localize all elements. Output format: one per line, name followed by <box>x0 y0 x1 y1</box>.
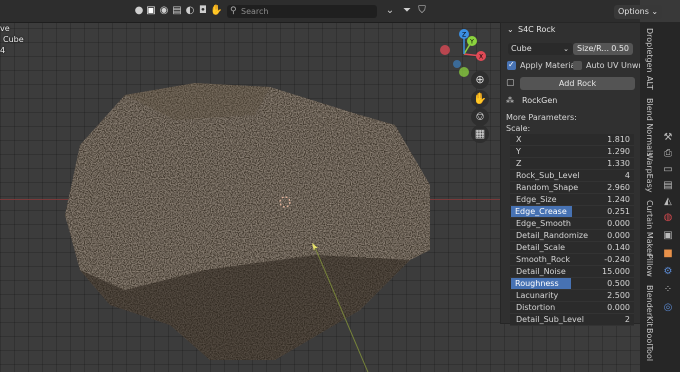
globe-icon[interactable]: ◉ <box>158 5 170 17</box>
param-x[interactable]: X 1.810 <box>510 134 634 146</box>
gizmo-x-label: X <box>479 54 483 61</box>
param-detail-sub-level[interactable]: Detail_Sub_Level 2 <box>510 314 634 326</box>
options-label: Options <box>618 7 649 16</box>
param-distortion[interactable]: Distortion 0.000 <box>510 302 634 314</box>
hand-icon[interactable]: ✋ <box>210 5 222 17</box>
chevron-down-icon: ⌄ <box>563 45 569 53</box>
chevron-down-icon[interactable]: ⌄ <box>507 23 514 37</box>
particles-icon[interactable]: ⁘ <box>661 283 675 297</box>
scene-icon[interactable]: ◭ <box>661 195 675 209</box>
size-label: Size/R... <box>577 44 610 53</box>
view-layer-icon[interactable]: ▤ <box>661 179 675 193</box>
viewport-header: ● ▣ ◉ ▤ ◐ ◘ ✋ ⚲ Search ⌄ ⏷ ⛉ Options ⌄ <box>0 0 662 23</box>
render-icon[interactable]: ⎙ <box>661 147 675 161</box>
rockgen-icon: ⁂ <box>506 96 514 105</box>
tab-dropletgen[interactable]: Dropletgen <box>644 28 654 73</box>
param-random-shape[interactable]: Random_Shape 2.960 <box>510 182 634 194</box>
mouse-pointer <box>312 243 318 251</box>
filter-icon[interactable]: ⏷ <box>401 5 413 17</box>
neg-y-icon[interactable] <box>459 67 469 77</box>
tab-blenderkit[interactable]: BlenderKit <box>644 285 654 327</box>
size-value: 0.50 <box>611 44 629 53</box>
panel-title: S4C Rock <box>518 25 556 34</box>
viewport-info-object: Cube <box>3 35 24 44</box>
rockgen-label: RockGen <box>522 96 558 105</box>
search-icon: ⚲ <box>230 6 237 16</box>
grid-icon[interactable]: ▦ <box>471 125 489 143</box>
tab-blend-normals[interactable]: Blend Normals <box>644 98 654 156</box>
camera-icon[interactable]: ◘ <box>197 5 209 17</box>
shield-check-icon[interactable]: ⛉ <box>416 5 428 17</box>
gizmo-z-label: Z <box>462 32 466 39</box>
param-rock-sub-level[interactable]: Rock_Sub_Level 4 <box>510 170 634 182</box>
search-placeholder: Search <box>241 7 269 16</box>
physics-icon[interactable]: ◎ <box>661 301 675 315</box>
param-lacunarity[interactable]: Lacunarity 2.500 <box>510 290 634 302</box>
add-object-icon: ▢ <box>506 78 515 88</box>
checkbox-checked-icon[interactable] <box>507 59 516 71</box>
shape-select-value: Cube <box>511 44 532 53</box>
tab-alt[interactable]: ALT <box>644 76 654 90</box>
tab-warpeasy[interactable]: WarpEasy <box>644 153 654 193</box>
param-y[interactable]: Y 1.290 <box>510 146 634 158</box>
size-field[interactable]: Size/R... 0.50 <box>573 43 633 55</box>
viewport-info-line-3: 4 <box>0 46 6 55</box>
param-detail-noise[interactable]: Detail_Noise 15.000 <box>510 266 634 278</box>
scale-label: Scale: <box>506 124 531 133</box>
3d-cursor[interactable] <box>277 194 293 210</box>
pan-hand-icon[interactable]: ✋ <box>471 90 489 108</box>
object-icon[interactable]: ■ <box>661 247 675 261</box>
search-input[interactable]: ⚲ Search <box>227 5 377 18</box>
properties-icon-column: ⚒ ⎙ ▭ ▤ ◭ ◍ ▣ ■ ⚙ ⁘ ◎ <box>658 125 680 370</box>
world-icon[interactable]: ◍ <box>661 211 675 225</box>
checkbox-unchecked-icon[interactable] <box>573 61 582 70</box>
image-icon[interactable]: ▤ <box>171 5 183 17</box>
param-edge-smooth[interactable]: Edge_Smooth 0.000 <box>510 218 634 230</box>
param-detail-scale[interactable]: Detail_Scale 0.140 <box>510 242 634 254</box>
solid-shading-icon[interactable]: ▣ <box>145 5 157 17</box>
camera-view-icon[interactable]: ⎊ <box>471 108 489 126</box>
chevron-down-icon[interactable]: ⌄ <box>384 5 396 17</box>
modifier-wrench-icon[interactable]: ⚙ <box>661 265 675 279</box>
rock-mesh[interactable] <box>55 75 475 365</box>
options-dropdown[interactable]: Options ⌄ <box>614 5 662 19</box>
tab-pillow[interactable]: Pillow <box>644 254 654 277</box>
param-roughness[interactable]: Roughness 0.500 <box>510 278 634 290</box>
param-smooth-rock[interactable]: Smooth_Rock -0.240 <box>510 254 634 266</box>
neg-z-icon[interactable] <box>453 60 461 68</box>
speaker-icon[interactable]: ◐ <box>184 5 196 17</box>
viewport-info-line-1: ve <box>0 24 10 33</box>
output-icon[interactable]: ▭ <box>661 163 675 177</box>
tab-curtain-maker[interactable]: Curtain Maker <box>644 200 654 256</box>
gizmo-y-label: Y <box>469 39 474 46</box>
apply-material-label: Apply Material <box>520 61 578 70</box>
more-parameters-label: More Parameters: <box>506 113 577 122</box>
shape-select[interactable]: Cube ⌄ <box>508 43 573 55</box>
param-detail-randomize[interactable]: Detail_Randomize 0.000 <box>510 230 634 242</box>
panel-header[interactable]: ⌄ S4C Rock <box>501 23 641 37</box>
add-rock-button[interactable]: Add Rock <box>520 77 635 90</box>
param-edge-size[interactable]: Edge_Size 1.240 <box>510 194 634 206</box>
param-z[interactable]: Z 1.330 <box>510 158 634 170</box>
param-edge-crease[interactable]: Edge_Crease 0.251 <box>510 206 634 218</box>
zoom-icon[interactable]: ⊕ <box>471 71 489 89</box>
tool-icon[interactable]: ⚒ <box>661 131 675 145</box>
tab-booltool[interactable]: BoolTool <box>644 328 654 361</box>
s4c-rock-panel: ⌄ S4C Rock Cube ⌄ Size/R... 0.50 Apply M… <box>500 22 652 326</box>
neg-x-icon[interactable] <box>440 45 450 55</box>
collection-icon[interactable]: ▣ <box>661 229 675 243</box>
palette-icon[interactable]: ● <box>133 5 145 17</box>
